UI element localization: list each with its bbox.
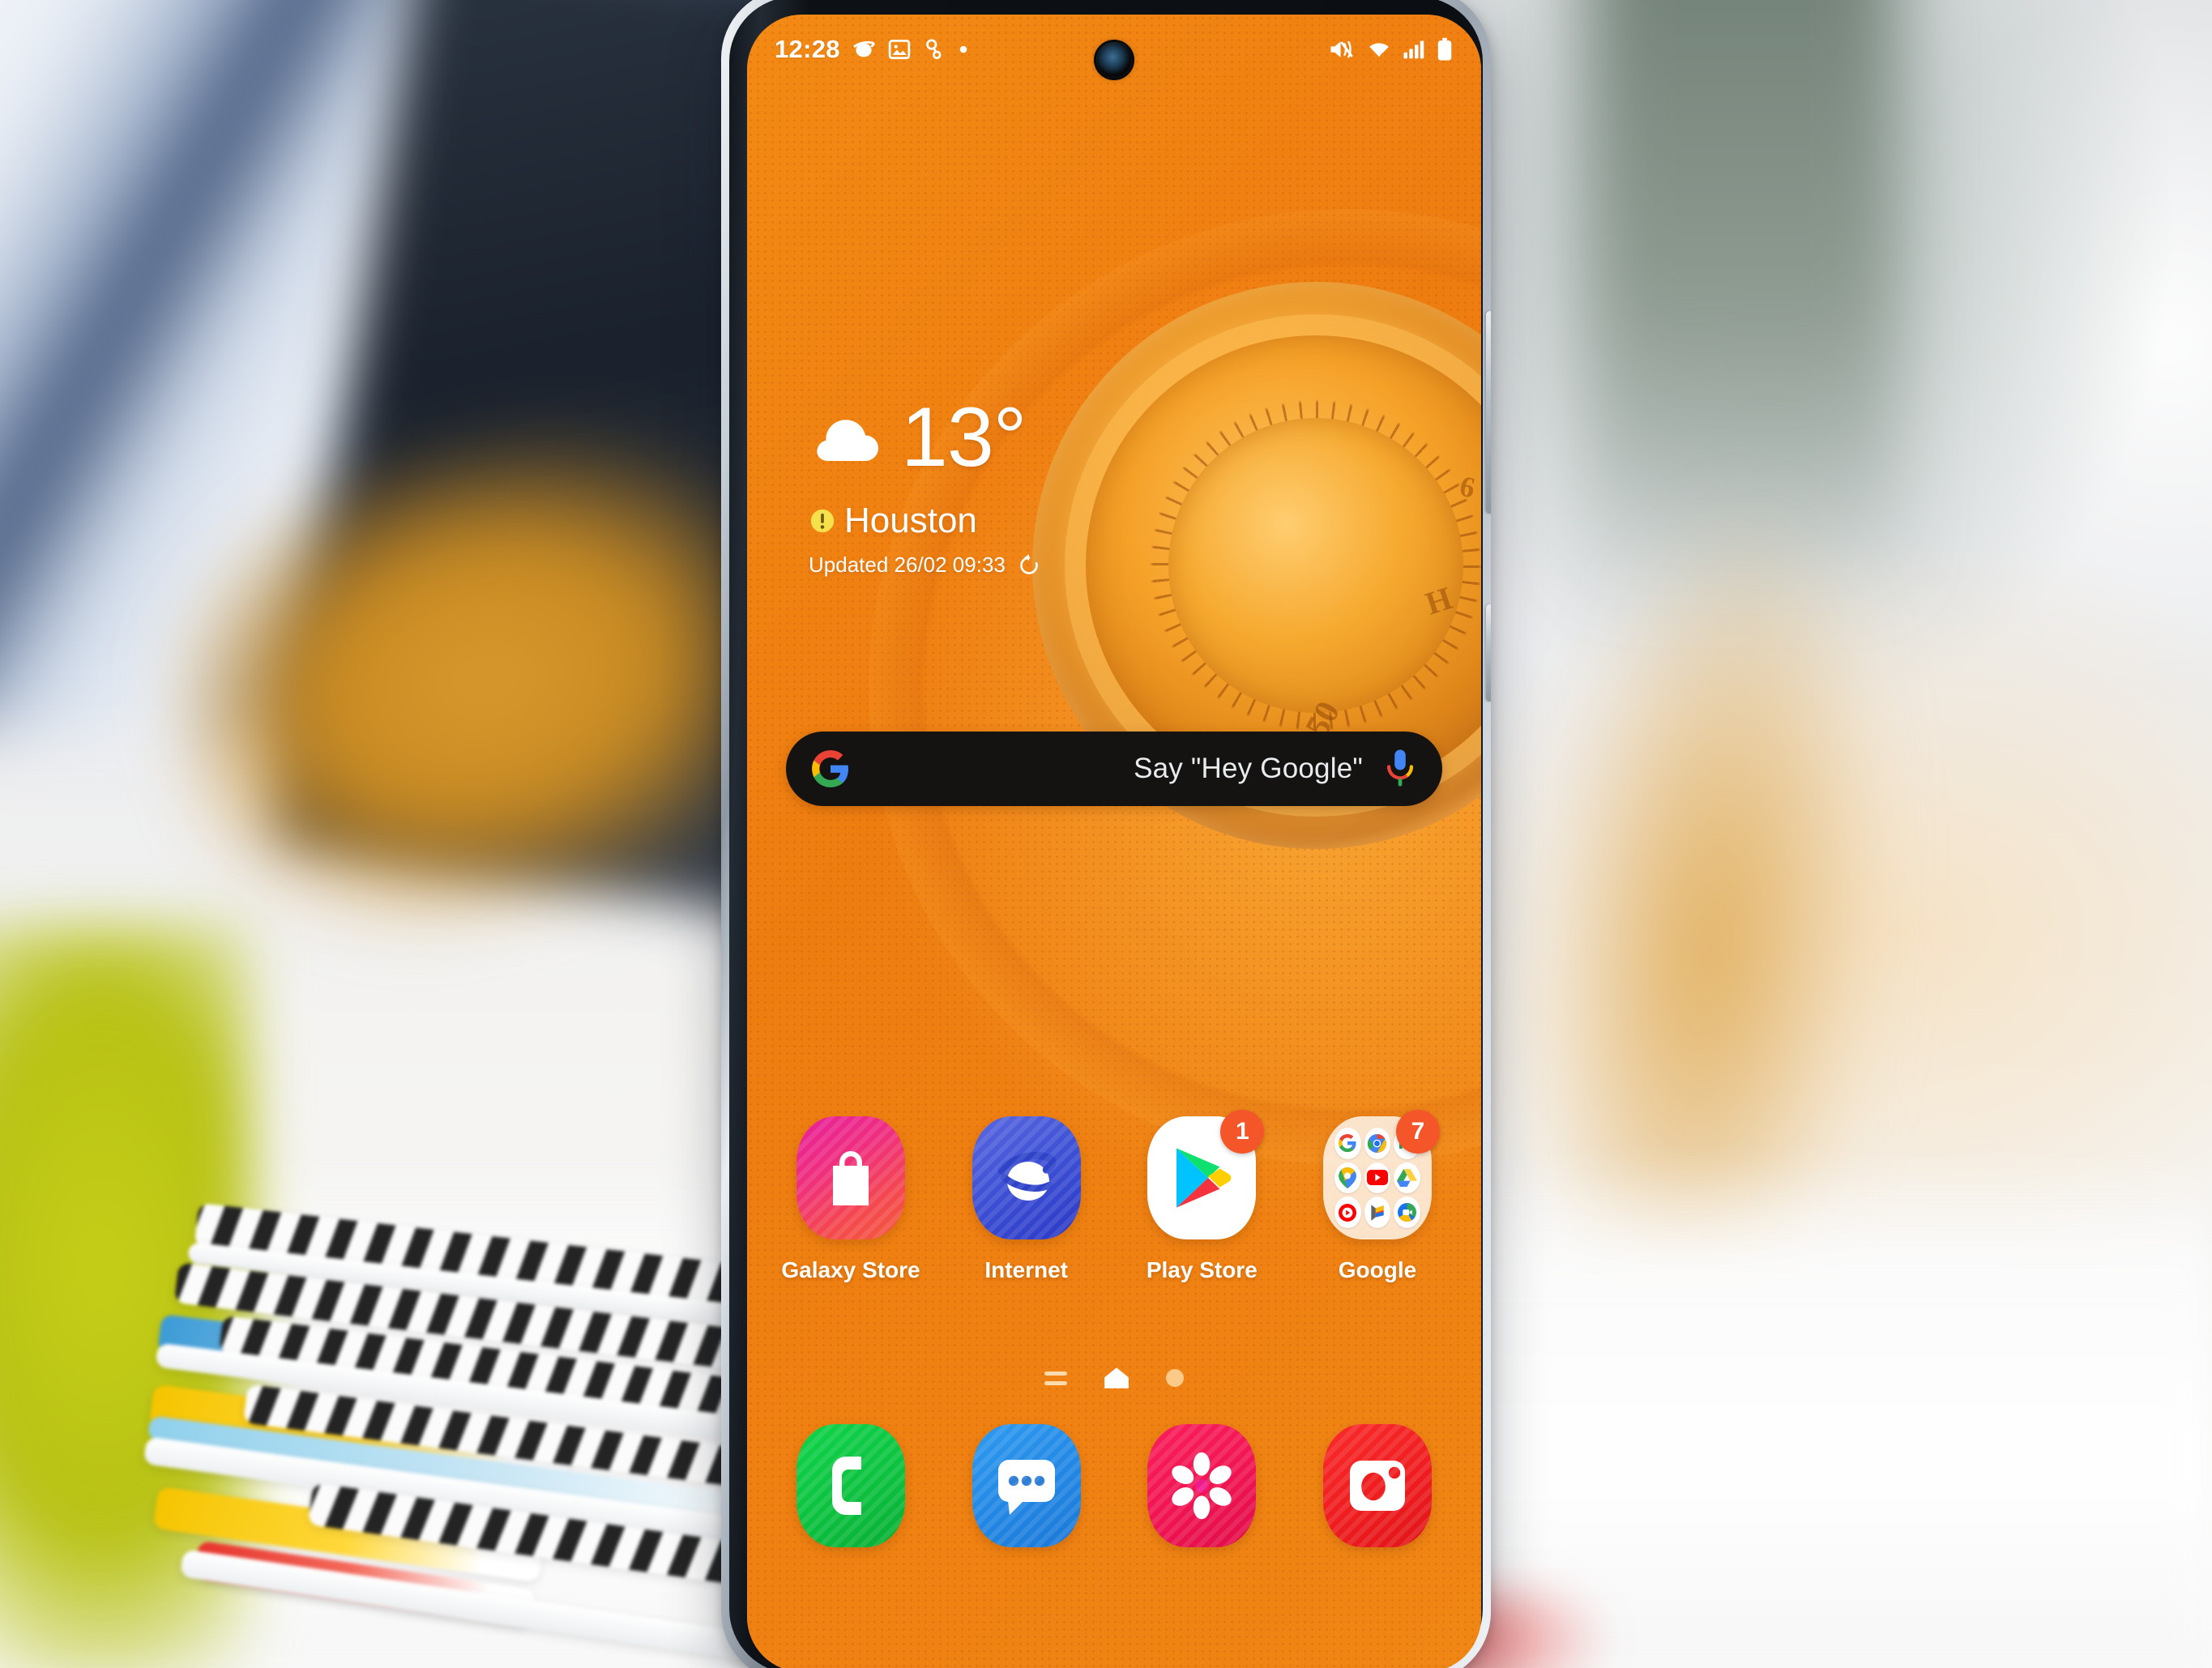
bag-glyph: [833, 1151, 869, 1205]
warning-badge-icon: [810, 509, 835, 533]
page-indicator: [747, 1366, 1481, 1390]
app-play-store[interactable]: 1 Play Store: [1129, 1110, 1275, 1283]
indicator-line: [1044, 1371, 1067, 1376]
weather-temperature: 13°: [901, 395, 1027, 480]
smartphone-device: 50 H 6 12:28 13° Houston Updated 26/02 0…: [721, 0, 1491, 1668]
dock-app-gallery[interactable]: [1129, 1424, 1275, 1547]
camera-icon[interactable]: [1322, 1424, 1432, 1547]
notebook-stack: [0, 1202, 846, 1668]
app-google-folder[interactable]: 7 Google: [1305, 1110, 1450, 1283]
indicator-line: [1044, 1380, 1067, 1385]
phone-screen[interactable]: 50 H 6 12:28 13° Houston Updated 26/02 0…: [747, 15, 1481, 1668]
gallery-image-icon: [888, 40, 911, 59]
wifi-icon: [1369, 43, 1389, 59]
wallpaper-dial-face: [1168, 418, 1463, 713]
chat-bubble-icon[interactable]: [971, 1424, 1081, 1547]
weather-location-row: Houston: [809, 501, 1041, 541]
folder-icon-youtube-music: [1334, 1197, 1361, 1228]
messages-icon-wrap[interactable]: [971, 1424, 1081, 1547]
cellular-signal-icon: [1403, 41, 1424, 59]
weather-main-row: 13°: [809, 395, 1041, 480]
battery-icon: [1437, 37, 1452, 61]
status-bar-clock: 12:28: [775, 35, 840, 63]
cloud-icon: [817, 420, 878, 461]
galaxy-store-icon-wrap[interactable]: [796, 1116, 905, 1239]
app-galaxy-store[interactable]: Galaxy Store: [778, 1116, 924, 1283]
app-label-galaxy-store: Galaxy Store: [781, 1257, 920, 1282]
home-screen-dock: [778, 1424, 1450, 1547]
power-button[interactable]: [1486, 604, 1491, 702]
phone-bezel: 50 H 6 12:28 13° Houston Updated 26/02 0…: [729, 0, 1483, 1668]
person-notification-icon: [925, 39, 942, 59]
weather-city-name: Houston: [844, 501, 977, 540]
samsung-internet-icon: [853, 41, 875, 58]
weather-updated-row: Updated 26/02 09:33: [809, 552, 1041, 578]
folder-icon-google-search: [1334, 1128, 1361, 1159]
google-folder-icon-wrap[interactable]: 7: [1322, 1110, 1440, 1239]
flower-glyph: [1172, 1452, 1232, 1520]
camera-icon-wrap[interactable]: [1322, 1424, 1432, 1547]
weather-widget[interactable]: 13° Houston Updated 26/02 09:33: [809, 395, 1041, 578]
photo-scene: 50 H 6 12:28 13° Houston Updated 26/02 0…: [0, 0, 2212, 1668]
volume-rocker[interactable]: [1486, 311, 1491, 514]
folder-icon-maps: [1334, 1162, 1361, 1194]
app-label-play-store: Play Store: [1146, 1257, 1258, 1282]
play-store-badge: 1: [1220, 1110, 1265, 1154]
google-search-bar[interactable]: Say "Hey Google": [786, 732, 1442, 806]
home-page-indicator[interactable]: [1103, 1366, 1130, 1390]
degree-symbol: °: [993, 390, 1027, 484]
dock-app-messages[interactable]: [954, 1424, 1100, 1547]
phone-icon-wrap[interactable]: [796, 1424, 905, 1547]
camera-glyph: [1349, 1461, 1405, 1511]
flower-icon[interactable]: [1147, 1424, 1257, 1547]
internet-icon-wrap[interactable]: [971, 1116, 1081, 1239]
google-g-icon: [812, 750, 848, 787]
chat-bubble-glyph: [997, 1460, 1055, 1515]
status-bar-right-group: [1329, 37, 1454, 62]
samsung-internet-icon[interactable]: [971, 1116, 1081, 1239]
dock-app-camera[interactable]: [1305, 1424, 1450, 1547]
app-list-page-indicator[interactable]: [1044, 1371, 1067, 1385]
play-store-icon-wrap[interactable]: 1: [1147, 1110, 1265, 1239]
google-folder-badge: 7: [1395, 1110, 1440, 1154]
folder-icon-play-movies: [1364, 1197, 1391, 1228]
app-label-internet: Internet: [984, 1257, 1068, 1282]
folder-icon-chrome: [1364, 1128, 1391, 1159]
gallery-icon-wrap[interactable]: [1147, 1424, 1257, 1547]
handset-icon[interactable]: [796, 1424, 905, 1547]
microphone-icon[interactable]: [1382, 748, 1418, 790]
status-bar-left-group: 12:28: [775, 35, 970, 64]
search-hint-text: Say "Hey Google": [1134, 753, 1363, 784]
app-internet[interactable]: Internet: [954, 1116, 1100, 1283]
small-dot-indicator-icon: [959, 45, 967, 53]
mute-vibrate-icon: [1330, 41, 1353, 58]
planet-glyph: [997, 1151, 1056, 1201]
folder-icon-duo: [1394, 1197, 1420, 1228]
app-label-google: Google: [1338, 1257, 1417, 1282]
home-screen-wallpaper: 50 H 6: [747, 15, 1481, 1668]
weather-temp-value: 13: [901, 390, 994, 484]
folder-icon-drive: [1394, 1162, 1420, 1194]
shopping-bag-icon[interactable]: [796, 1116, 905, 1239]
secondary-page-indicator[interactable]: [1166, 1369, 1184, 1387]
refresh-icon[interactable]: [1017, 553, 1041, 578]
handset-glyph: [832, 1457, 861, 1515]
folder-icon-youtube: [1364, 1162, 1391, 1194]
weather-updated-text: Updated 26/02 09:33: [809, 552, 1006, 577]
home-screen-app-row: Galaxy Store Internet 1 Play Store 7 Goo…: [778, 1110, 1450, 1283]
play-glyph: [1176, 1148, 1232, 1208]
punch-hole-camera: [1096, 42, 1132, 78]
dock-app-phone[interactable]: [778, 1424, 924, 1547]
